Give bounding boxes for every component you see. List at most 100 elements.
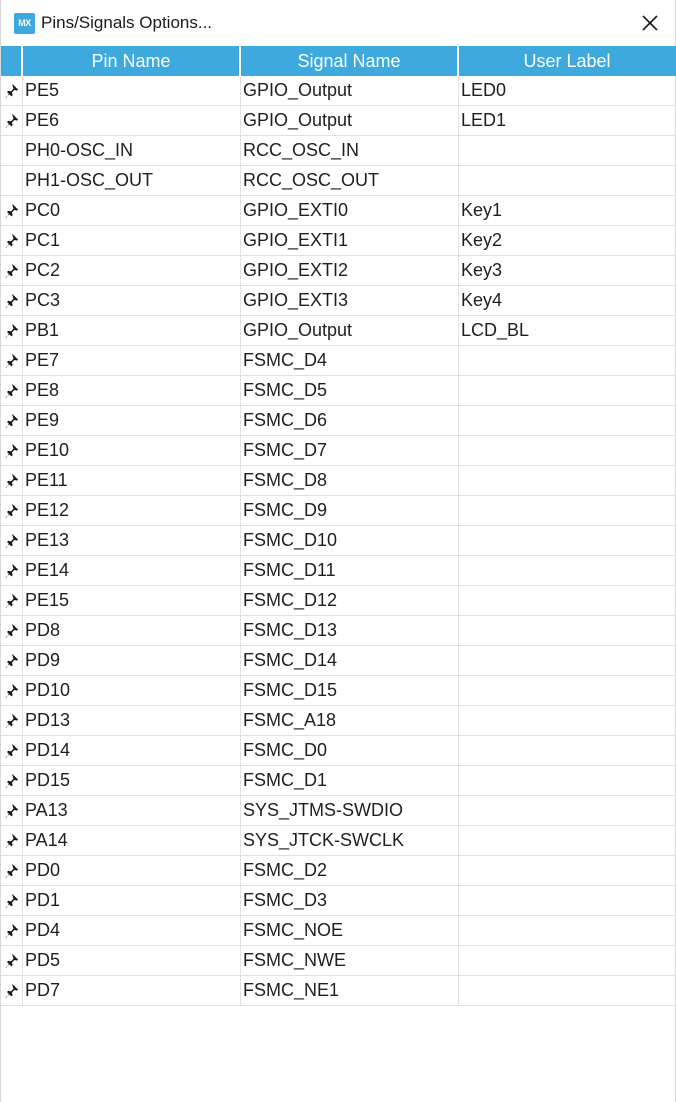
user-label-cell[interactable] [459,766,675,795]
signal-name-cell[interactable]: FSMC_D10 [241,526,459,555]
signal-name-cell[interactable]: RCC_OSC_IN [241,136,459,165]
pin-status-cell[interactable] [1,466,23,495]
table-row[interactable]: PB1 GPIO_Output LCD_BL [1,316,676,346]
table-row[interactable]: PD7 FSMC_NE1 [1,976,676,1006]
pin-status-cell[interactable] [1,346,23,375]
pin-status-cell[interactable] [1,796,23,825]
header-signal-name[interactable]: Signal Name [241,46,459,76]
pin-status-cell[interactable] [1,916,23,945]
table-row[interactable]: PE14 FSMC_D11 [1,556,676,586]
signal-name-cell[interactable]: SYS_JTMS-SWDIO [241,796,459,825]
signal-name-cell[interactable]: GPIO_EXTI2 [241,256,459,285]
signal-name-cell[interactable]: GPIO_EXTI0 [241,196,459,225]
pin-name-cell[interactable]: PD8 [23,616,241,645]
pin-name-cell[interactable]: PD7 [23,976,241,1005]
signal-name-cell[interactable]: FSMC_A18 [241,706,459,735]
signal-name-cell[interactable]: FSMC_D5 [241,376,459,405]
pin-status-cell[interactable] [1,436,23,465]
table-row[interactable]: PD0 FSMC_D2 [1,856,676,886]
user-label-cell[interactable] [459,826,675,855]
user-label-cell[interactable] [459,496,675,525]
user-label-cell[interactable] [459,376,675,405]
user-label-cell[interactable] [459,946,675,975]
table-row[interactable]: PD5 FSMC_NWE [1,946,676,976]
user-label-cell[interactable]: Key4 [459,286,675,315]
user-label-cell[interactable] [459,856,675,885]
table-row[interactable]: PE10 FSMC_D7 [1,436,676,466]
signal-name-cell[interactable]: GPIO_Output [241,106,459,135]
pin-status-cell[interactable] [1,286,23,315]
pin-status-cell[interactable] [1,376,23,405]
pin-status-cell[interactable] [1,496,23,525]
signal-name-cell[interactable]: SYS_JTCK-SWCLK [241,826,459,855]
pin-name-cell[interactable]: PE12 [23,496,241,525]
signal-name-cell[interactable]: FSMC_D9 [241,496,459,525]
pin-status-cell[interactable] [1,256,23,285]
user-label-cell[interactable] [459,676,675,705]
signal-name-cell[interactable]: FSMC_D4 [241,346,459,375]
pin-status-cell[interactable] [1,226,23,255]
signal-name-cell[interactable]: FSMC_D11 [241,556,459,585]
table-row[interactable]: PD14 FSMC_D0 [1,736,676,766]
pin-status-cell[interactable] [1,526,23,555]
user-label-cell[interactable] [459,736,675,765]
user-label-cell[interactable]: Key1 [459,196,675,225]
pin-name-cell[interactable]: PB1 [23,316,241,345]
pin-name-cell[interactable]: PD9 [23,646,241,675]
user-label-cell[interactable] [459,136,675,165]
user-label-cell[interactable] [459,406,675,435]
table-row[interactable]: PD4 FSMC_NOE [1,916,676,946]
signal-name-cell[interactable]: GPIO_EXTI1 [241,226,459,255]
pin-name-cell[interactable]: PE15 [23,586,241,615]
pin-status-cell[interactable] [1,976,23,1005]
table-row[interactable]: PE12 FSMC_D9 [1,496,676,526]
signal-name-cell[interactable]: FSMC_D0 [241,736,459,765]
user-label-cell[interactable] [459,436,675,465]
user-label-cell[interactable] [459,916,675,945]
pin-name-cell[interactable]: PE11 [23,466,241,495]
table-row[interactable]: PD9 FSMC_D14 [1,646,676,676]
signal-name-cell[interactable]: FSMC_D13 [241,616,459,645]
table-row[interactable]: PE8 FSMC_D5 [1,376,676,406]
signal-name-cell[interactable]: FSMC_NE1 [241,976,459,1005]
table-row[interactable]: PE13 FSMC_D10 [1,526,676,556]
header-pin-icon-column[interactable] [1,46,23,76]
user-label-cell[interactable] [459,706,675,735]
user-label-cell[interactable] [459,466,675,495]
signal-name-cell[interactable]: GPIO_EXTI3 [241,286,459,315]
table-row[interactable]: PH0-OSC_IN RCC_OSC_IN [1,136,676,166]
pin-status-cell[interactable] [1,856,23,885]
user-label-cell[interactable] [459,526,675,555]
table-row[interactable]: PC2 GPIO_EXTI2 Key3 [1,256,676,286]
signal-name-cell[interactable]: FSMC_D1 [241,766,459,795]
user-label-cell[interactable]: LCD_BL [459,316,675,345]
pin-name-cell[interactable]: PH0-OSC_IN [23,136,241,165]
pin-name-cell[interactable]: PC2 [23,256,241,285]
pin-status-cell[interactable] [1,886,23,915]
signal-name-cell[interactable]: FSMC_NOE [241,916,459,945]
pin-name-cell[interactable]: PE10 [23,436,241,465]
signal-name-cell[interactable]: GPIO_Output [241,316,459,345]
pin-status-cell[interactable] [1,586,23,615]
pin-name-cell[interactable]: PC0 [23,196,241,225]
signal-name-cell[interactable]: FSMC_D15 [241,676,459,705]
table-row[interactable]: PD1 FSMC_D3 [1,886,676,916]
signal-name-cell[interactable]: GPIO_Output [241,76,459,105]
user-label-cell[interactable] [459,976,675,1005]
signal-name-cell[interactable]: FSMC_D2 [241,856,459,885]
signal-name-cell[interactable]: FSMC_D14 [241,646,459,675]
pin-name-cell[interactable]: PC3 [23,286,241,315]
title-bar[interactable]: MX Pins/Signals Options... [1,0,675,46]
table-row[interactable]: PA13 SYS_JTMS-SWDIO [1,796,676,826]
user-label-cell[interactable] [459,886,675,915]
pin-status-cell[interactable] [1,166,23,195]
pin-name-cell[interactable]: PD5 [23,946,241,975]
user-label-cell[interactable] [459,796,675,825]
pin-name-cell[interactable]: PE8 [23,376,241,405]
user-label-cell[interactable] [459,586,675,615]
pin-status-cell[interactable] [1,76,23,105]
pin-status-cell[interactable] [1,706,23,735]
table-row[interactable]: PD10 FSMC_D15 [1,676,676,706]
table-row[interactable]: PE9 FSMC_D6 [1,406,676,436]
pin-status-cell[interactable] [1,136,23,165]
